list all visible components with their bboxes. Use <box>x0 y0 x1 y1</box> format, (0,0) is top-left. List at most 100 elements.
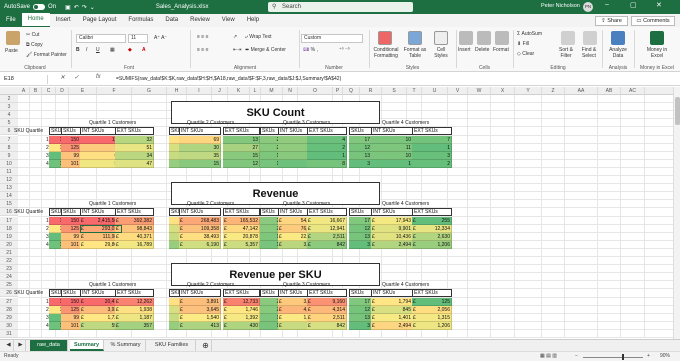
ext-skus-cell[interactable]: 2 <box>307 143 347 152</box>
row-header[interactable]: 18 <box>0 224 18 233</box>
row-header[interactable]: 30 <box>0 321 18 330</box>
sku-count-cell[interactable]: 3 <box>349 159 372 168</box>
search-input[interactable]: ⚲ Search <box>268 2 413 12</box>
tab-help[interactable]: Help <box>241 14 265 27</box>
column-header[interactable]: D <box>56 87 69 95</box>
vertical-scrollbar[interactable] <box>673 87 680 339</box>
ext-skus-cell[interactable]: 12 <box>223 159 260 168</box>
underline-icon[interactable]: U <box>96 47 100 53</box>
sku-count-cell[interactable]: 13 <box>349 313 372 322</box>
save-icon[interactable]: ▣ <box>65 4 71 11</box>
money-in-excel-icon[interactable] <box>650 31 664 45</box>
column-header[interactable]: E <box>69 87 97 95</box>
ext-skus-header[interactable]: EXT SKUs <box>412 127 452 136</box>
int-skus-header[interactable]: INT SKUs <box>179 127 221 136</box>
money-in-excel-button[interactable]: Money in Excel <box>643 47 671 59</box>
ext-skus-cell[interactable]: £16,789 <box>115 240 154 249</box>
row-header[interactable]: 24 <box>0 273 18 282</box>
sku-count-cell[interactable]: 101 <box>61 240 81 249</box>
cancel-icon[interactable]: ✕ <box>60 74 65 81</box>
ext-skus-header[interactable]: EXT SKUs <box>412 289 452 298</box>
maximize-icon[interactable]: ▢ <box>630 1 637 9</box>
int-skus-cell[interactable]: 30 <box>179 143 221 152</box>
wrap-text-button[interactable]: ⤶ Wrap Text <box>245 34 272 40</box>
zoom-out-icon[interactable]: − <box>575 353 578 359</box>
paste-button[interactable]: Paste <box>5 48 18 54</box>
ext-skus-cell[interactable]: £12,334 <box>412 224 452 233</box>
int-skus-cell[interactable]: £845 <box>371 305 413 314</box>
ext-skus-cell[interactable]: £9,160 <box>307 297 347 306</box>
sku-count-cell[interactable]: 101 <box>61 159 81 168</box>
row-header[interactable]: 3 <box>0 103 18 112</box>
ext-skus-cell[interactable]: £430 <box>223 321 260 330</box>
conditional-formatting-button[interactable]: Conditional Formatting <box>371 47 401 59</box>
row-header[interactable]: 15 <box>0 200 18 209</box>
row-header[interactable]: 20 <box>0 240 18 249</box>
ext-skus-header[interactable]: EXT SKUs <box>307 289 347 298</box>
ext-skus-cell[interactable]: 32 <box>115 135 154 144</box>
skus-header[interactable]: SKUs <box>61 289 81 298</box>
int-skus-cell[interactable]: £1,794 <box>371 297 413 306</box>
row-header[interactable]: 12 <box>0 176 18 184</box>
comments-button[interactable]: ▭ Comments <box>631 16 675 26</box>
int-skus-cell[interactable]: £268,483 <box>179 216 221 225</box>
sku-count-cell[interactable]: 150 <box>61 135 81 144</box>
orientation-icon[interactable]: ↗ <box>233 34 237 40</box>
ext-skus-header[interactable]: EXT SKUs <box>412 208 452 217</box>
int-skus-cell[interactable]: £1,540 <box>179 313 221 322</box>
ext-skus-cell[interactable]: £2,511 <box>307 313 347 322</box>
column-header[interactable]: Y <box>515 87 542 95</box>
analyze-data-button[interactable]: Analyze Data <box>604 47 632 59</box>
column-header[interactable]: H <box>167 87 187 95</box>
sku-count-cell[interactable]: 3 <box>349 240 372 249</box>
ext-skus-cell[interactable]: £357 <box>115 321 154 330</box>
font-name-select[interactable]: Calibri <box>76 34 126 43</box>
row-header[interactable]: 5 <box>0 119 18 128</box>
int-skus-cell[interactable]: £9,901 <box>371 224 413 233</box>
ext-skus-cell[interactable]: 4 <box>307 135 347 144</box>
name-box[interactable]: E18 <box>2 75 48 84</box>
column-header[interactable]: AB <box>598 87 621 95</box>
int-skus-header[interactable]: INT SKUs <box>371 289 413 298</box>
selected-cell[interactable] <box>80 224 122 233</box>
undo-icon[interactable]: ↶ <box>74 4 79 11</box>
worksheet-grid[interactable]: SKU CountSKU QuartileSKUs123415012599101… <box>14 95 673 338</box>
autosave-toggle[interactable] <box>33 4 46 10</box>
insert-cells-button[interactable]: Insert <box>458 47 471 53</box>
row-header[interactable]: 29 <box>0 313 18 322</box>
format-table-icon[interactable] <box>408 31 422 45</box>
ext-skus-cell[interactable]: 8 <box>307 159 347 168</box>
ext-skus-cell[interactable]: 1 <box>307 151 347 160</box>
tab-formulas[interactable]: Formulas <box>122 14 159 27</box>
sku-count-cell[interactable]: 3 <box>349 321 372 330</box>
format-as-table-button[interactable]: Format as Table <box>400 47 430 59</box>
column-header[interactable]: U <box>422 87 448 95</box>
int-skus-cell[interactable]: 1 <box>371 159 413 168</box>
normal-view-icon[interactable]: ▦ ▤ ▥ <box>540 353 557 359</box>
indent-icon[interactable]: ⇤⇥ <box>233 47 241 53</box>
ext-skus-cell[interactable]: 47 <box>115 159 154 168</box>
zoom-in-icon[interactable]: + <box>647 353 650 359</box>
redo-icon[interactable]: ↷ <box>82 4 87 11</box>
skus-header[interactable]: SKUs <box>349 127 372 136</box>
column-header[interactable]: A <box>18 87 30 95</box>
ext-skus-header[interactable]: EXT SKUs <box>223 289 260 298</box>
ext-skus-cell[interactable]: £1,206 <box>412 240 452 249</box>
ext-skus-cell[interactable]: 27 <box>223 143 260 152</box>
ext-skus-cell[interactable]: £392,382 <box>115 216 154 225</box>
column-header[interactable]: W <box>468 87 491 95</box>
column-header[interactable]: M <box>261 87 283 95</box>
skus-header[interactable]: SKUs <box>61 127 81 136</box>
clear-button[interactable]: ◇ Clear <box>517 51 534 57</box>
ext-skus-cell[interactable]: £2,056 <box>412 305 452 314</box>
ext-skus-cell[interactable]: £16,667 <box>307 216 347 225</box>
ext-skus-cell[interactable]: £125 <box>412 297 452 306</box>
row-header[interactable]: 11 <box>0 167 18 176</box>
row-header[interactable]: 28 <box>0 305 18 314</box>
row-header[interactable]: 4 <box>0 111 18 120</box>
int-skus-cell[interactable]: 10 <box>371 135 413 144</box>
fill-color-icon[interactable]: ◆ <box>128 47 132 53</box>
sku-count-cell[interactable]: 125 <box>61 305 81 314</box>
sort-filter-icon[interactable] <box>561 31 575 45</box>
int-skus-cell[interactable]: £2,494 <box>371 240 413 249</box>
